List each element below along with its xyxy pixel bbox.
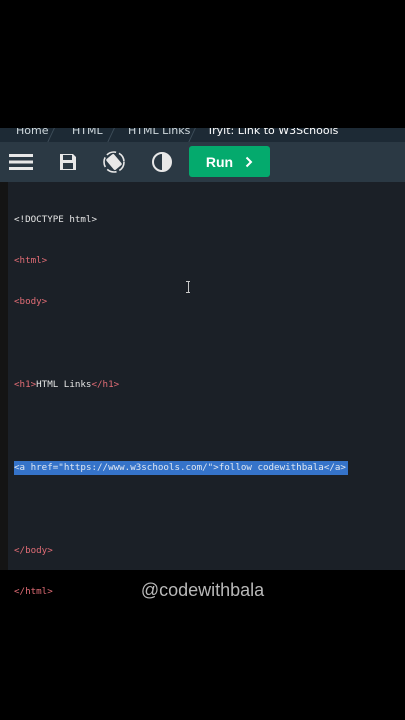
theme-toggle-button[interactable] — [148, 142, 176, 182]
code-line: <html> — [14, 254, 405, 268]
h1-text: HTML Links — [36, 379, 92, 391]
code-line: <!DOCTYPE html> — [14, 213, 405, 227]
menu-button[interactable] — [6, 142, 36, 182]
anchor-text: follow codewithbala — [218, 461, 324, 473]
contrast-theme-icon — [152, 152, 172, 172]
h1-open-tag: <h1> — [14, 379, 37, 391]
breadcrumb: Home HTML HTML Links Tryit: Link to W3Sc… — [0, 128, 405, 142]
doctype-text: <!DOCTYPE html> — [14, 213, 97, 225]
text-cursor-icon — [186, 281, 190, 293]
rotate-button[interactable] — [100, 142, 128, 182]
editor-gutter — [0, 182, 8, 570]
breadcrumb-current: Tryit: Link to W3Schools — [207, 128, 339, 137]
breadcrumb-html-links[interactable]: HTML Links — [128, 128, 190, 136]
breadcrumb-separator — [107, 128, 118, 142]
code-content[interactable]: <!DOCTYPE html> <html> <body> <h1>HTML L… — [14, 185, 405, 613]
anchor-close-tag: </a> — [323, 461, 346, 473]
run-button-label: Run — [205, 153, 234, 170]
code-line: <h1>HTML Links</h1> — [14, 378, 405, 392]
href-attribute: href= — [30, 461, 59, 473]
code-line: <body> — [14, 295, 405, 309]
href-value: "https://www.w3schools.com/" — [58, 461, 214, 473]
run-button[interactable]: Run — [189, 146, 270, 177]
text-selection: <a href="https://www.w3schools.com/">fol… — [14, 460, 348, 475]
breadcrumb-html[interactable]: HTML — [72, 128, 103, 136]
floppy-disk-icon — [60, 154, 76, 170]
chevron-right-icon — [245, 156, 253, 167]
hamburger-menu-icon — [9, 154, 33, 170]
watermark: @codewithbala — [140, 580, 265, 600]
anchor-open-tag: <a — [14, 461, 31, 473]
breadcrumb-separator — [47, 128, 58, 142]
body-open-tag: <body> — [14, 296, 48, 308]
rotate-orientation-icon — [103, 151, 125, 173]
html-open-tag: <html> — [14, 254, 48, 266]
code-line: </body> — [14, 544, 405, 558]
body-close-tag: </body> — [14, 544, 53, 556]
save-button[interactable] — [54, 142, 82, 182]
code-line-selected: <a href="https://www.w3schools.com/">fol… — [14, 460, 405, 475]
h1-close-tag: </h1> — [91, 379, 120, 391]
breadcrumb-home[interactable]: Home — [16, 128, 48, 136]
